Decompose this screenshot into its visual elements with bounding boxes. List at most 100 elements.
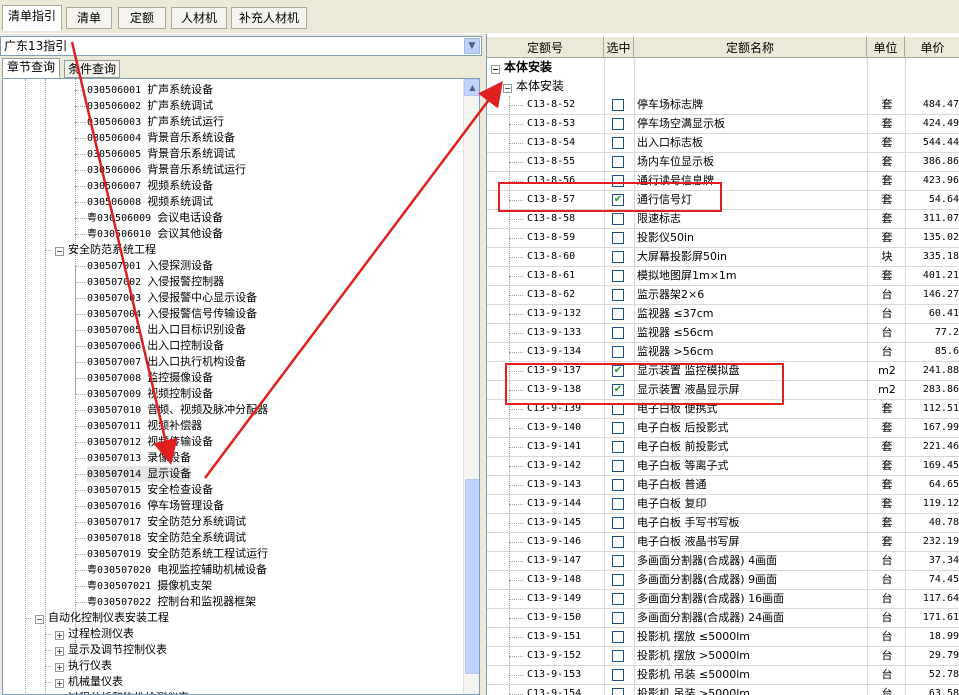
tree-item[interactable]: 030507018 安全防范全系统调试 xyxy=(87,530,246,546)
scroll-up-icon[interactable]: ▲ xyxy=(464,79,479,96)
collapse-icon[interactable]: − xyxy=(503,84,512,93)
table-row[interactable]: C13-9-148 多画面分割器(合成器) 9画面 台 74.45 xyxy=(487,571,959,590)
tree-item[interactable]: 粤030506009 会议电话设备 xyxy=(87,210,223,226)
library-select[interactable]: 广东13指引 ▼ xyxy=(0,36,482,56)
table-row[interactable]: C13-9-132 监视器 ≤37cm 台 60.41 xyxy=(487,305,959,324)
select-checkbox[interactable] xyxy=(612,631,624,643)
subgroup-row[interactable]: − 本体安装 xyxy=(487,77,959,96)
group-row[interactable]: − 本体安装 xyxy=(487,58,959,77)
table-row[interactable]: C13-8-60 大屏幕投影屏50in 块 335.18 xyxy=(487,248,959,267)
table-row[interactable]: C13-9-141 电子白板 前投影式 套 221.46 xyxy=(487,438,959,457)
header-select[interactable]: 选中 xyxy=(604,36,634,58)
tree-item[interactable]: 030506005 背景音乐系统调试 xyxy=(87,146,235,162)
table-row[interactable]: C13-8-61 模拟地图屏1m×1m 套 401.21 xyxy=(487,267,959,286)
table-row[interactable]: C13-8-52 停车场标志牌 套 484.47 xyxy=(487,96,959,115)
tree-item[interactable]: 030506001 扩声系统设备 xyxy=(87,82,213,98)
tree-item[interactable]: 粤030507021 摄像机支架 xyxy=(87,578,212,594)
header-price[interactable]: 单价 xyxy=(905,36,959,58)
tab-condition-query[interactable]: 条件查询 xyxy=(64,60,120,78)
tree-group[interactable]: − 自动化控制仪表安装工程 xyxy=(35,610,169,626)
table-row[interactable]: C13-9-147 多画面分割器(合成器) 4画面 台 37.34 xyxy=(487,552,959,571)
select-checkbox[interactable] xyxy=(612,422,624,434)
table-row[interactable]: C13-9-150 多画面分割器(合成器) 24画面 台 171.61 xyxy=(487,609,959,628)
expand-icon[interactable]: + xyxy=(55,647,64,656)
collapse-icon[interactable]: − xyxy=(55,247,64,256)
table-row[interactable]: C13-8-54 出入口标志板 套 544.44 xyxy=(487,134,959,153)
select-checkbox[interactable] xyxy=(612,555,624,567)
select-checkbox[interactable] xyxy=(612,574,624,586)
tree-item[interactable]: 030506002 扩声系统调试 xyxy=(87,98,213,114)
tree-item[interactable]: 030507002 入侵报警控制器 xyxy=(87,274,224,290)
table-row[interactable]: C13-9-149 多画面分割器(合成器) 16画面 台 117.64 xyxy=(487,590,959,609)
select-checkbox[interactable] xyxy=(612,232,624,244)
tree-item[interactable]: 粤030506010 会议其他设备 xyxy=(87,226,223,242)
tree-item[interactable]: 030506007 视频系统设备 xyxy=(87,178,213,194)
tree-item[interactable]: 030507003 入侵报警中心显示设备 xyxy=(87,290,257,306)
tree-group[interactable]: + 机械量仪表 xyxy=(55,674,123,690)
expand-icon[interactable]: + xyxy=(55,679,64,688)
select-checkbox[interactable] xyxy=(612,441,624,453)
tree-item[interactable]: 030507007 出入口执行机构设备 xyxy=(87,354,246,370)
select-checkbox[interactable] xyxy=(612,346,624,358)
header-unit[interactable]: 单位 xyxy=(867,36,905,58)
tree-item[interactable]: 030507010 音频、视频及脉冲分配器 xyxy=(87,402,268,418)
select-checkbox[interactable] xyxy=(612,650,624,662)
tree-item[interactable]: 030507011 视频补偿器 xyxy=(87,418,202,434)
select-checkbox[interactable] xyxy=(612,517,624,529)
select-checkbox[interactable] xyxy=(612,327,624,339)
select-checkbox[interactable] xyxy=(612,270,624,282)
select-checkbox[interactable] xyxy=(612,612,624,624)
table-row[interactable]: C13-8-55 场内车位显示板 套 386.86 xyxy=(487,153,959,172)
tab-supplement-material[interactable]: 补充人材机 xyxy=(231,7,307,29)
select-checkbox[interactable] xyxy=(612,308,624,320)
tab-guide[interactable]: 清单指引 xyxy=(2,5,62,31)
tab-labor-material[interactable]: 人材机 xyxy=(171,7,227,29)
select-checkbox[interactable] xyxy=(612,460,624,472)
select-checkbox[interactable] xyxy=(612,137,624,149)
tree-item[interactable]: 030507009 视频控制设备 xyxy=(87,386,213,402)
tab-list[interactable]: 清单 xyxy=(66,7,112,29)
tree-group[interactable]: + 显示及调节控制仪表 xyxy=(55,642,167,658)
table-row[interactable]: C13-8-62 监示器架2×6 台 146.27 xyxy=(487,286,959,305)
tree-item[interactable]: 030507014 显示设备 xyxy=(87,466,192,482)
table-row[interactable]: C13-9-154 投影机 吊装 >5000lm 台 63.58 xyxy=(487,685,959,695)
select-checkbox[interactable] xyxy=(612,99,624,111)
table-row[interactable]: C13-9-151 投影机 摆放 ≤5000lm 台 18.99 xyxy=(487,628,959,647)
tree-item[interactable]: 030507015 安全检查设备 xyxy=(87,482,213,498)
tree-item[interactable]: 030506006 背景音乐系统试运行 xyxy=(87,162,246,178)
tree-item[interactable]: 030506004 背景音乐系统设备 xyxy=(87,130,235,146)
table-row[interactable]: C13-8-59 投影仪50in 套 135.02 xyxy=(487,229,959,248)
tree-item[interactable]: 030507019 安全防范系统工程试运行 xyxy=(87,546,268,562)
select-checkbox[interactable] xyxy=(612,688,624,695)
select-checkbox[interactable] xyxy=(612,213,624,225)
tab-quota[interactable]: 定额 xyxy=(118,7,166,29)
tree-group[interactable]: + 执行仪表 xyxy=(55,658,112,674)
select-checkbox[interactable] xyxy=(612,479,624,491)
tree-item[interactable]: 030507013 录像设备 xyxy=(87,450,191,466)
header-code[interactable]: 定额号 xyxy=(487,36,604,58)
tree-item[interactable]: 030506003 扩声系统试运行 xyxy=(87,114,224,130)
select-checkbox[interactable] xyxy=(612,669,624,681)
table-row[interactable]: C13-9-153 投影机 吊装 ≤5000lm 台 52.78 xyxy=(487,666,959,685)
table-row[interactable]: C13-8-58 限速标志 套 311.07 xyxy=(487,210,959,229)
table-row[interactable]: C13-9-143 电子白板 普通 套 64.65 xyxy=(487,476,959,495)
tree-group[interactable]: +过程分析和物性检测仪表 xyxy=(55,690,189,694)
scroll-thumb[interactable] xyxy=(465,479,479,674)
expand-icon[interactable]: + xyxy=(55,631,64,640)
tree-group[interactable]: − 安全防范系统工程 xyxy=(55,242,156,258)
select-checkbox[interactable] xyxy=(612,289,624,301)
tree-group[interactable]: + 过程检测仪表 xyxy=(55,626,134,642)
tab-chapter-query[interactable]: 章节查询 xyxy=(2,58,60,78)
tree-item[interactable]: 030506008 视频系统调试 xyxy=(87,194,213,210)
select-checkbox[interactable] xyxy=(612,536,624,548)
select-checkbox[interactable] xyxy=(612,156,624,168)
table-row[interactable]: C13-9-133 监视器 ≤56cm 台 77.2 xyxy=(487,324,959,343)
header-name[interactable]: 定额名称 xyxy=(634,36,867,58)
select-checkbox[interactable] xyxy=(612,118,624,130)
tree-item[interactable]: 030507001 入侵探测设备 xyxy=(87,258,213,274)
select-checkbox[interactable] xyxy=(612,498,624,510)
tree-scrollbar[interactable]: ▲ xyxy=(463,79,479,694)
collapse-icon[interactable]: − xyxy=(35,615,44,624)
tree-item[interactable]: 030507004 入侵报警信号传输设备 xyxy=(87,306,257,322)
table-row[interactable]: C13-9-146 电子白板 液晶书写屏 套 232.19 xyxy=(487,533,959,552)
